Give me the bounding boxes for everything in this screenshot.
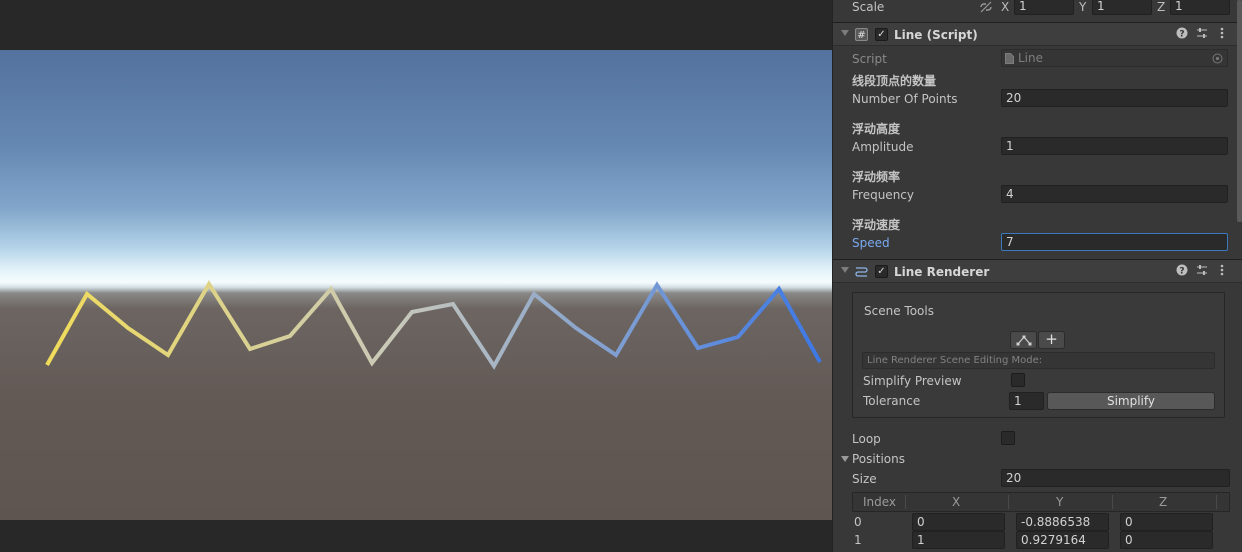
plus-icon: + bbox=[1045, 330, 1058, 348]
context-menu-kebab-icon[interactable] bbox=[1215, 27, 1229, 41]
speed-field[interactable]: 7 bbox=[1001, 233, 1228, 251]
line-renderer-preview bbox=[45, 280, 822, 370]
num-points-field[interactable]: 20 bbox=[1001, 89, 1228, 107]
foldout-arrow-icon[interactable] bbox=[841, 30, 849, 36]
inspector-scrollbar[interactable] bbox=[1237, 0, 1242, 222]
scene-tools-label: Scene Tools bbox=[864, 304, 934, 318]
script-label: Script bbox=[852, 52, 887, 66]
position-z-field[interactable]: 0 bbox=[1120, 513, 1213, 531]
row-index: 1 bbox=[854, 533, 862, 547]
line-renderer-header[interactable]: ✓ Line Renderer ? bbox=[833, 259, 1242, 283]
line-renderer-enabled-checkbox[interactable]: ✓ bbox=[875, 265, 888, 278]
line-script-title: Line (Script) bbox=[894, 28, 978, 42]
size-label: Size bbox=[852, 472, 877, 486]
script-object-field: Line bbox=[1001, 49, 1228, 67]
help-icon[interactable]: ? bbox=[1175, 27, 1189, 41]
line-script-header[interactable]: # ✓ Line (Script) ? bbox=[833, 22, 1242, 46]
table-row: 0 0 -0.8886538 0 bbox=[852, 513, 1230, 532]
edit-points-icon bbox=[1016, 335, 1031, 346]
line-renderer-icon bbox=[855, 267, 868, 277]
amplitude-field[interactable]: 1 bbox=[1001, 137, 1228, 155]
scale-y-letter: Y bbox=[1079, 0, 1087, 14]
frequency-row: Frequency 4 bbox=[833, 185, 1242, 205]
script-hash-icon: # bbox=[855, 28, 868, 41]
simplify-preview-label: Simplify Preview bbox=[863, 374, 962, 388]
scale-z-letter: Z bbox=[1157, 0, 1166, 14]
scale-z-field[interactable]: 1 bbox=[1170, 0, 1230, 15]
script-file-icon bbox=[1005, 53, 1014, 64]
table-row: 1 1 0.9279164 0 bbox=[852, 531, 1230, 550]
line-renderer-title: Line Renderer bbox=[894, 265, 990, 279]
amplitude-label: Amplitude bbox=[852, 140, 914, 154]
positions-table-header: Index X Y Z bbox=[852, 492, 1230, 512]
constrain-proportions-icon[interactable] bbox=[979, 1, 993, 13]
add-point-button[interactable]: + bbox=[1038, 331, 1065, 349]
num-points-label: Number Of Points bbox=[852, 92, 958, 106]
tolerance-label: Tolerance bbox=[863, 394, 921, 408]
positions-label: Positions bbox=[852, 452, 905, 466]
position-x-field[interactable]: 1 bbox=[912, 531, 1005, 549]
position-x-field[interactable]: 0 bbox=[912, 513, 1005, 531]
frequency-header: 浮动频率 bbox=[852, 170, 901, 184]
num-points-header: 线段顶点的数量 bbox=[852, 74, 937, 88]
scale-label: Scale bbox=[852, 0, 885, 14]
help-icon[interactable]: ? bbox=[1175, 264, 1189, 278]
position-y-field[interactable]: -0.8886538 bbox=[1016, 513, 1109, 531]
scale-x-field[interactable]: 1 bbox=[1014, 0, 1074, 15]
editing-mode-placeholder: Line Renderer Scene Editing Mode: bbox=[867, 355, 1043, 366]
scene-viewport[interactable] bbox=[0, 50, 832, 520]
script-row: Script Line bbox=[833, 49, 1242, 69]
positions-row[interactable]: Positions bbox=[833, 449, 1242, 469]
scale-y-field[interactable]: 1 bbox=[1092, 0, 1152, 15]
presets-sliders-icon[interactable] bbox=[1195, 264, 1209, 278]
inspector-panel: Scale X 1 Y 1 Z 1 # ✓ Line (Script) ? Sc… bbox=[832, 0, 1242, 552]
presets-sliders-icon[interactable] bbox=[1195, 27, 1209, 41]
loop-checkbox[interactable] bbox=[1001, 431, 1015, 445]
row-index: 0 bbox=[854, 515, 862, 529]
editing-mode-field: Line Renderer Scene Editing Mode: bbox=[862, 352, 1215, 369]
edit-points-button[interactable] bbox=[1010, 331, 1037, 349]
scene-view-panel bbox=[0, 0, 1003, 552]
col-x: X bbox=[952, 495, 961, 509]
amplitude-row: Amplitude 1 bbox=[833, 137, 1242, 157]
context-menu-kebab-icon[interactable] bbox=[1215, 264, 1229, 278]
simplify-button[interactable]: Simplify bbox=[1047, 392, 1215, 410]
foldout-arrow-icon[interactable] bbox=[841, 267, 849, 273]
loop-row: Loop bbox=[833, 429, 1242, 449]
positions-size-field[interactable]: 20 bbox=[1001, 469, 1230, 487]
col-index: Index bbox=[863, 495, 897, 509]
positions-foldout-icon[interactable] bbox=[841, 456, 849, 462]
object-picker-icon[interactable] bbox=[1212, 53, 1223, 64]
scale-x-letter: X bbox=[1001, 0, 1010, 14]
size-row: Size 20 bbox=[833, 469, 1242, 489]
amplitude-header: 浮动高度 bbox=[852, 122, 901, 136]
svg-text:?: ? bbox=[1179, 30, 1184, 40]
wave-line bbox=[45, 280, 822, 370]
simplify-preview-checkbox[interactable] bbox=[1011, 373, 1025, 387]
svg-text:#: # bbox=[857, 30, 865, 41]
position-z-field[interactable]: 0 bbox=[1120, 531, 1213, 549]
tolerance-field[interactable]: 1 bbox=[1009, 392, 1044, 410]
speed-header: 浮动速度 bbox=[852, 218, 901, 232]
frequency-field[interactable]: 4 bbox=[1001, 185, 1228, 203]
position-y-field[interactable]: 0.9279164 bbox=[1016, 531, 1109, 549]
speed-row: Speed 7 bbox=[833, 233, 1242, 253]
script-value: Line bbox=[1018, 51, 1044, 65]
col-y: Y bbox=[1056, 495, 1064, 509]
scale-row: Scale X 1 Y 1 Z 1 bbox=[833, 0, 1242, 17]
speed-label: Speed bbox=[852, 236, 890, 250]
col-z: Z bbox=[1159, 495, 1168, 509]
svg-text:?: ? bbox=[1179, 267, 1184, 277]
line-script-enabled-checkbox[interactable]: ✓ bbox=[875, 28, 888, 41]
loop-label: Loop bbox=[852, 432, 881, 446]
num-points-row: Number Of Points 20 bbox=[833, 89, 1242, 109]
frequency-label: Frequency bbox=[852, 188, 914, 202]
scene-tools-box: Scene Tools + Line Renderer Scene Editin… bbox=[852, 292, 1225, 418]
